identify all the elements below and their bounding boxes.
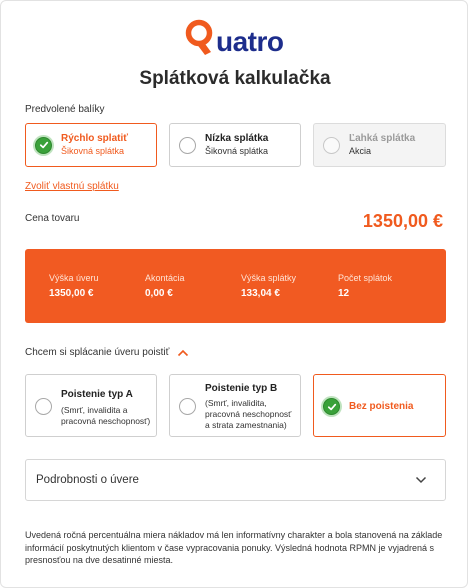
- package-title: Ľahká splátka: [349, 133, 416, 144]
- page-title: Splátková kalkulačka: [139, 68, 331, 89]
- summary-value: 133,04 €: [241, 288, 280, 299]
- summary-label: Akontácia: [145, 273, 185, 283]
- summary-value: 0,00 €: [145, 288, 173, 299]
- package-option-low[interactable]: Nízka splátka Šikovná splátka: [169, 123, 301, 167]
- insurance-option-a[interactable]: Poistenie typ A (Smrť, invalidita a prac…: [25, 374, 157, 437]
- insurance-option-none[interactable]: Bez poistenia: [313, 374, 446, 437]
- calculator-panel: uatro Splátková kalkulačka Predvolené ba…: [0, 0, 468, 588]
- package-option-quick[interactable]: Rýchlo splatiť Šikovná splátka: [25, 123, 157, 167]
- summary-loan-amount: Výška úveru 1350,00 €: [49, 273, 99, 300]
- loan-summary: Výška úveru 1350,00 € Akontácia 0,00 € V…: [25, 249, 446, 323]
- package-option-easy: Ľahká splátka Akcia: [313, 123, 446, 167]
- packages-label: Predvolené balíky: [25, 104, 105, 115]
- quatro-logo: uatro: [185, 17, 284, 59]
- radio-icon: [179, 136, 196, 154]
- summary-value: 12: [338, 288, 350, 299]
- radio-icon: [35, 398, 52, 415]
- check-icon: [35, 136, 52, 154]
- insurance-question: Chcem si splácanie úveru poistiť: [25, 347, 170, 358]
- insurance-desc-line: pracovná neschopnosť: [205, 409, 292, 419]
- summary-down-payment: Akontácia 0,00 €: [145, 273, 185, 300]
- details-label: Podrobnosti o úvere: [36, 474, 139, 486]
- logo-q-mark: [185, 19, 215, 59]
- summary-label: Výška úveru: [49, 273, 99, 283]
- chevron-up-icon: [178, 349, 189, 356]
- custom-installment-link[interactable]: Zvoliť vlastnú splátku: [25, 181, 119, 192]
- summary-installment-count: Počet splátok 12: [338, 273, 392, 300]
- summary-label: Výška splátky: [241, 273, 297, 283]
- price-value: 1350,00 €: [362, 211, 443, 231]
- radio-icon: [323, 136, 340, 154]
- insurance-option-b[interactable]: Poistenie typ B (Smrť, invalidita, praco…: [169, 374, 301, 437]
- rpmn-footnote: Uvedená ročná percentuálna miera náklado…: [25, 530, 443, 565]
- logo-text: uatro: [216, 26, 284, 57]
- check-icon: [323, 398, 340, 415]
- chevron-down-icon: [415, 476, 427, 484]
- price-label: Cena tovaru: [25, 213, 80, 224]
- loan-details-accordion[interactable]: Podrobnosti o úvere: [25, 459, 446, 501]
- radio-icon: [179, 398, 196, 415]
- insurance-title: Bez poistenia: [349, 401, 414, 412]
- insurance-desc-line: a strata zamestnania): [205, 420, 287, 430]
- summary-value: 1350,00 €: [49, 288, 94, 299]
- package-subtitle: Akcia: [349, 146, 372, 156]
- package-subtitle: Šikovná splátka: [61, 146, 125, 156]
- summary-label: Počet splátok: [338, 273, 393, 283]
- summary-installment: Výška splátky 133,04 €: [241, 273, 296, 300]
- insurance-desc-line: (Smrť, invalidita,: [205, 398, 267, 408]
- package-title: Rýchlo splatiť: [61, 133, 129, 144]
- insurance-title: Poistenie typ A: [61, 389, 133, 400]
- insurance-desc-line: pracovná neschopnosť): [61, 416, 151, 426]
- insurance-title: Poistenie typ B: [205, 383, 278, 394]
- insurance-desc-line: (Smrť, invalidita a: [61, 405, 128, 415]
- insurance-toggle[interactable]: Chcem si splácanie úveru poistiť: [25, 347, 189, 358]
- package-title: Nízka splátka: [205, 133, 269, 144]
- package-subtitle: Šikovná splátka: [205, 146, 269, 156]
